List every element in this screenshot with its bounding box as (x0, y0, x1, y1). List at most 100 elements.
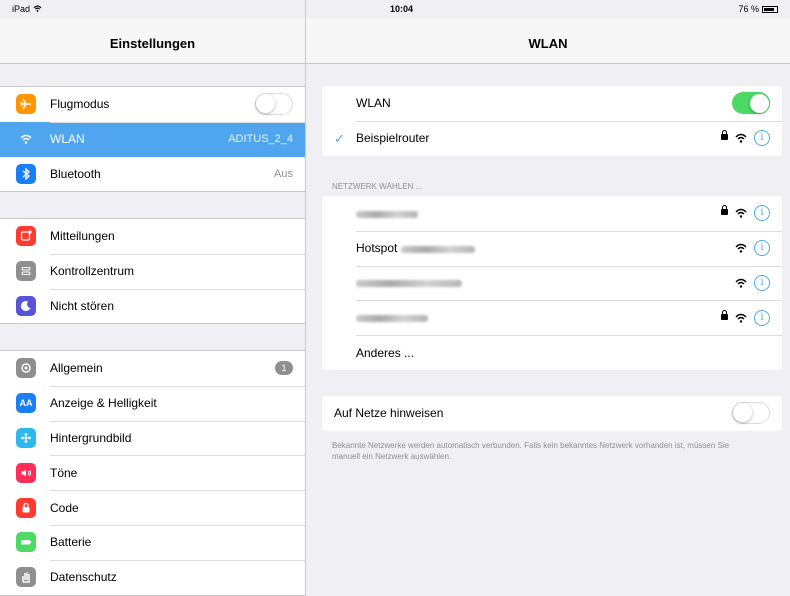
main-header: WLAN (306, 18, 790, 64)
sidebar-item-nicht-stoeren[interactable]: Nicht stören (0, 288, 305, 324)
wlan-label: WLAN (356, 96, 391, 111)
sidebar-item-label: Allgemein (50, 361, 103, 376)
sidebar-item-label: Batterie (50, 535, 92, 550)
connected-network-name: Beispielrouter (356, 131, 430, 146)
redacted-network-name (400, 245, 475, 253)
sidebar-item-label: Töne (50, 465, 78, 480)
wifi-signal-icon (735, 133, 747, 143)
display-icon: AA (16, 393, 36, 414)
connected-network-row[interactable]: ✓ Beispielrouter i (322, 120, 782, 156)
lock-icon (721, 309, 728, 322)
info-button[interactable]: i (754, 205, 770, 222)
ask-networks-label: Auf Netze hinweisen (334, 406, 444, 421)
airplane-icon (16, 94, 36, 115)
lock-icon (16, 497, 36, 518)
control-center-icon (16, 261, 36, 282)
sidebar-item-label: Flugmodus (50, 97, 110, 112)
wifi-signal-icon (735, 243, 747, 253)
settings-sidebar: Einstellungen Flugmodus WLAN ADITUS_2_4 … (0, 0, 306, 596)
sidebar-item-wlan[interactable]: WLAN ADITUS_2_4 (0, 121, 305, 157)
wifi-signal-icon (735, 209, 747, 219)
wifi-signal-icon (735, 278, 747, 288)
battery-percent: 76 % (738, 4, 759, 14)
page-title: WLAN (528, 36, 568, 51)
network-name: Hotspot (322, 241, 735, 255)
status-time: 10:04 (390, 4, 414, 14)
checkmark-icon: ✓ (334, 130, 345, 146)
info-button[interactable]: i (754, 240, 770, 257)
sidebar-item-bluetooth[interactable]: Bluetooth Aus (0, 157, 305, 192)
device-label: iPad (12, 4, 31, 14)
sidebar-item-label: Code (50, 500, 79, 515)
info-button[interactable]: i (754, 130, 770, 147)
ask-networks-toggle[interactable] (732, 402, 770, 425)
ask-networks-row: Auf Netze hinweisen (322, 396, 782, 431)
ask-networks-card: Auf Netze hinweisen (322, 396, 782, 431)
sidebar-item-flugmodus[interactable]: Flugmodus (0, 87, 305, 122)
wlan-toggle-row: WLAN (322, 86, 782, 121)
sidebar-item-datenschutz[interactable]: Datenschutz (0, 559, 305, 595)
sidebar-item-allgemein[interactable]: Allgemein 1 (0, 351, 305, 386)
battery-icon (762, 5, 778, 13)
notifications-icon (16, 226, 36, 247)
sidebar-item-label: Anzeige & Helligkeit (50, 396, 157, 411)
wlan-detail-pane: WLAN WLAN ✓ Beispielrouter i NETZWERK WÄ… (306, 0, 790, 596)
sidebar-item-mitteilungen[interactable]: Mitteilungen (0, 219, 305, 254)
connected-network-detail: ADITUS_2_4 (228, 133, 293, 146)
info-button[interactable]: i (754, 309, 770, 326)
redacted-network-name (356, 315, 428, 323)
wlan-card: WLAN ✓ Beispielrouter i (322, 86, 782, 156)
airplane-mode-toggle[interactable] (255, 93, 293, 116)
battery-icon (16, 532, 36, 553)
info-button[interactable]: i (754, 274, 770, 291)
battery-status: 76 % (738, 4, 778, 14)
update-badge: 1 (275, 361, 293, 376)
other-network-label: Anderes ... (356, 345, 415, 360)
lock-icon (721, 130, 728, 142)
lock-icon (721, 205, 728, 217)
network-row[interactable]: i (322, 196, 782, 231)
sidebar-item-batterie[interactable]: Batterie (0, 524, 305, 560)
sidebar-item-code[interactable]: Code (0, 490, 305, 525)
sidebar-item-label: WLAN (50, 132, 85, 147)
sidebar-item-label: Datenschutz (50, 570, 117, 585)
wifi-signal-icon (735, 313, 747, 323)
redacted-network-name (356, 210, 418, 218)
gear-icon (16, 358, 36, 379)
moon-icon (16, 295, 36, 316)
sidebar-item-kontrollzentrum[interactable]: Kontrollzentrum (0, 253, 305, 289)
network-row[interactable]: i (322, 300, 782, 335)
network-name (322, 311, 721, 325)
sidebar-item-label: Kontrollzentrum (50, 264, 135, 279)
sidebar-group-connectivity: Flugmodus WLAN ADITUS_2_4 Bluetooth Aus (0, 86, 305, 193)
network-name (322, 276, 735, 290)
other-network-row[interactable]: Anderes ... (322, 335, 782, 370)
sidebar-group-general: Allgemein 1 AA Anzeige & Helligkeit Hint… (0, 350, 305, 596)
sidebar-title: Einstellungen (109, 36, 196, 51)
bluetooth-icon (16, 163, 36, 184)
wlan-toggle[interactable] (732, 92, 770, 115)
hand-icon (16, 567, 36, 588)
sidebar-item-label: Mitteilungen (50, 229, 115, 244)
sidebar-item-label: Hintergrundbild (50, 430, 132, 445)
network-row[interactable]: i (322, 265, 782, 301)
network-row[interactable]: Hotspot i (322, 230, 782, 266)
networks-card: i Hotspot i i i Anderes ... (322, 196, 782, 370)
redacted-network-name (356, 280, 462, 288)
sidebar-item-hintergrundbild[interactable]: Hintergrundbild (0, 420, 305, 456)
sidebar-item-label: Bluetooth (50, 166, 101, 181)
sidebar-item-anzeige[interactable]: AA Anzeige & Helligkeit (0, 385, 305, 421)
sidebar-item-toene[interactable]: Töne (0, 455, 305, 490)
sidebar-header: Einstellungen (0, 18, 305, 64)
network-name-text: Hotspot (356, 241, 398, 256)
wallpaper-icon (16, 427, 36, 448)
speaker-icon (16, 462, 36, 483)
device-name: iPad (12, 4, 42, 14)
network-name (322, 206, 721, 220)
sidebar-group-notifications: Mitteilungen Kontrollzentrum Nicht störe… (0, 218, 305, 325)
wifi-icon (16, 129, 36, 150)
section-label: NETZWERK WÄHLEN ... (332, 182, 423, 191)
bluetooth-status-detail: Aus (274, 167, 293, 180)
sidebar-item-label: Nicht stören (50, 298, 115, 313)
ask-networks-footnote: Bekannte Netzwerke werden automatisch ve… (332, 441, 730, 461)
